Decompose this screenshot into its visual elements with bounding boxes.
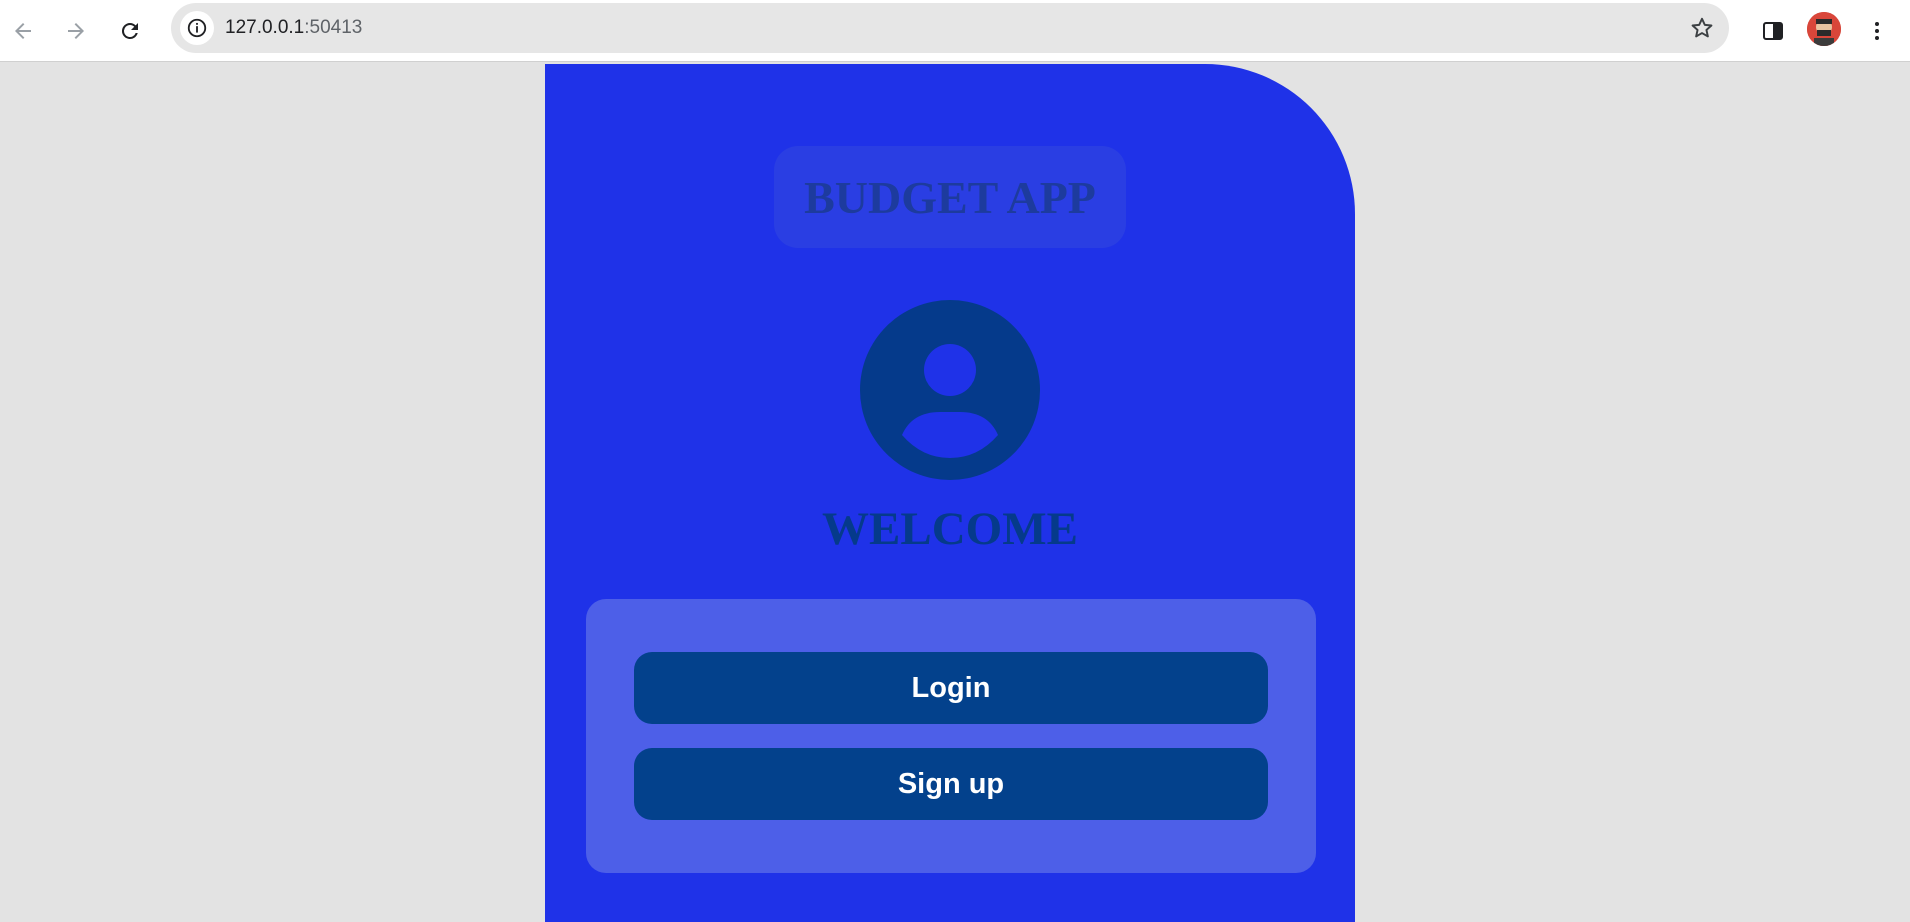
app-panel: BUDGET APP WELCOME Login Sign up <box>545 64 1355 922</box>
login-button[interactable]: Login <box>634 652 1268 724</box>
kebab-menu-icon <box>1875 22 1879 40</box>
address-bar[interactable]: 127.0.0.1:50413 <box>171 3 1729 53</box>
url-text[interactable]: 127.0.0.1:50413 <box>225 17 362 39</box>
browser-toolbar: 127.0.0.1:50413 <box>0 0 1910 62</box>
star-icon <box>1691 17 1713 38</box>
profile-picture-icon <box>1807 12 1841 46</box>
forward-button[interactable] <box>56 11 96 51</box>
user-avatar-icon <box>860 300 1040 480</box>
site-info-button[interactable] <box>180 11 214 45</box>
url-host: 127.0.0.1 <box>225 17 305 38</box>
forward-arrow-icon <box>68 23 84 39</box>
profile-avatar[interactable] <box>1807 12 1841 46</box>
welcome-heading: WELCOME <box>822 503 1078 555</box>
signup-button[interactable]: Sign up <box>634 748 1268 820</box>
bookmark-button[interactable] <box>1685 11 1719 45</box>
browser-menu-button[interactable] <box>1857 11 1897 51</box>
app-title: BUDGET APP <box>804 171 1096 223</box>
side-panel-button[interactable] <box>1753 11 1793 51</box>
auth-card: Login Sign up <box>586 599 1316 873</box>
info-icon <box>187 18 207 38</box>
app-title-box: BUDGET APP <box>774 146 1126 248</box>
reload-button[interactable] <box>110 11 150 51</box>
url-port: :50413 <box>304 17 363 38</box>
side-panel-icon <box>1763 22 1783 40</box>
page-viewport: BUDGET APP WELCOME Login Sign up <box>0 62 1910 922</box>
back-arrow-icon <box>15 23 31 39</box>
back-button[interactable] <box>3 11 43 51</box>
reload-icon <box>121 22 138 39</box>
